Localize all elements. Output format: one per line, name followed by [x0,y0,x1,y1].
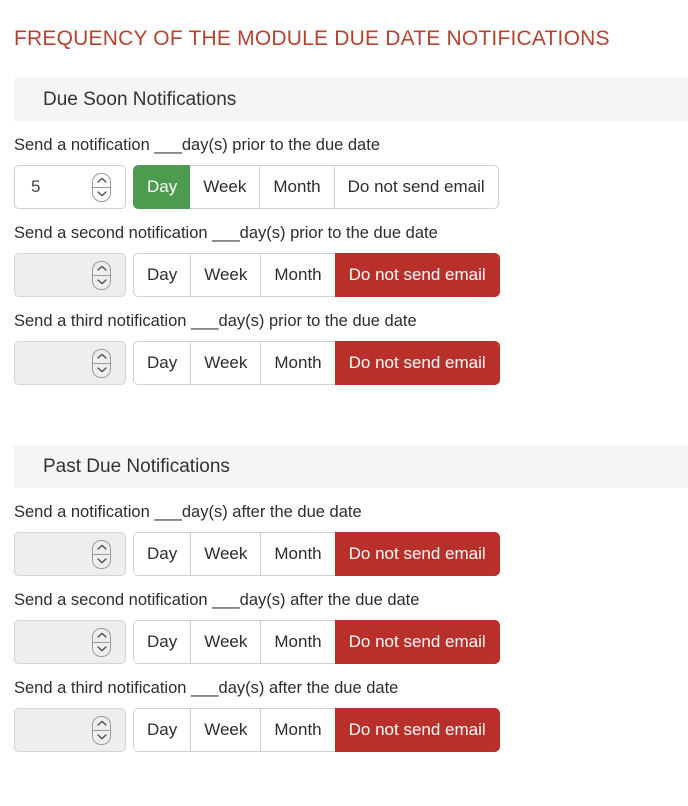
interval-option-do-not-send-email[interactable]: Do not send email [335,253,500,297]
stepper-buttons[interactable] [92,716,111,745]
notification-interval-button-group: DayWeekMonthDo not send email [133,341,500,385]
notification-row: Send a third notification ___day(s) afte… [14,664,688,752]
chevron-down-icon[interactable] [93,188,110,201]
chevron-up-icon[interactable] [93,629,110,643]
interval-option-day[interactable]: Day [133,620,190,664]
quantity-stepper[interactable] [14,532,126,576]
stepper-buttons[interactable] [92,261,111,290]
interval-option-day[interactable]: Day [133,341,190,385]
interval-option-day[interactable]: Day [133,532,190,576]
stepper-buttons[interactable] [92,628,111,657]
stepper-buttons[interactable] [92,540,111,569]
section-due-soon: Due Soon Notifications Send a notificatio… [0,78,688,385]
interval-option-month[interactable]: Month [260,620,334,664]
interval-option-day[interactable]: Day [133,253,190,297]
quantity-stepper[interactable]: 5 [14,165,126,209]
notification-row-controls: DayWeekMonthDo not send email [14,341,688,385]
interval-option-month[interactable]: Month [260,253,334,297]
chevron-up-icon[interactable] [93,174,110,188]
section-header-label: Past Due Notifications [14,456,230,478]
section-header-label: Due Soon Notifications [14,89,236,111]
notification-row: Send a notification ___day(s) after the … [14,488,688,576]
interval-option-month[interactable]: Month [260,341,334,385]
notification-row: Send a second notification ___day(s) pri… [14,209,688,297]
chevron-up-icon[interactable] [93,541,110,555]
notification-row-label: Send a second notification ___day(s) aft… [14,590,688,610]
chevron-down-icon[interactable] [93,643,110,656]
chevron-down-icon[interactable] [93,555,110,568]
notification-row-label: Send a notification ___day(s) after the … [14,502,688,522]
chevron-down-icon[interactable] [93,731,110,744]
section-header-past-due: Past Due Notifications [14,445,688,488]
quantity-stepper[interactable] [14,620,126,664]
interval-option-week[interactable]: Week [190,620,260,664]
interval-option-week[interactable]: Week [190,253,260,297]
interval-option-month[interactable]: Month [259,165,333,209]
interval-option-do-not-send-email[interactable]: Do not send email [335,341,500,385]
notification-settings-page: FREQUENCY OF THE MODULE DUE DATE NOTIFIC… [0,0,688,806]
interval-option-do-not-send-email[interactable]: Do not send email [334,165,499,209]
stepper-buttons[interactable] [92,173,111,202]
quantity-stepper[interactable] [14,708,126,752]
notification-interval-button-group: DayWeekMonthDo not send email [133,532,500,576]
interval-option-week[interactable]: Week [190,708,260,752]
chevron-up-icon[interactable] [93,717,110,731]
notification-row-controls: DayWeekMonthDo not send email [14,532,688,576]
notification-row-label: Send a second notification ___day(s) pri… [14,223,688,243]
section-header-due-soon: Due Soon Notifications [14,78,688,121]
interval-option-do-not-send-email[interactable]: Do not send email [335,532,500,576]
interval-option-day[interactable]: Day [133,165,190,209]
interval-option-week[interactable]: Week [190,165,259,209]
interval-option-month[interactable]: Month [260,532,334,576]
notification-row-controls: DayWeekMonthDo not send email [14,620,688,664]
chevron-down-icon[interactable] [93,276,110,289]
notification-row-label: Send a third notification ___day(s) afte… [14,678,688,698]
quantity-input[interactable]: 5 [15,177,92,197]
notification-row-label: Send a third notification ___day(s) prio… [14,311,688,331]
quantity-stepper[interactable] [14,253,126,297]
chevron-up-icon[interactable] [93,262,110,276]
chevron-down-icon[interactable] [93,364,110,377]
notification-row: Send a notification ___day(s) prior to t… [14,121,688,209]
interval-option-do-not-send-email[interactable]: Do not send email [335,708,500,752]
interval-option-day[interactable]: Day [133,708,190,752]
notification-row: Send a second notification ___day(s) aft… [14,576,688,664]
notification-row-controls: DayWeekMonthDo not send email [14,253,688,297]
notification-row-controls: 5 DayWeekMonthDo not send email [14,165,688,209]
notification-interval-button-group: DayWeekMonthDo not send email [133,620,500,664]
section-past-due: Past Due Notifications Send a notificatio… [0,445,688,752]
notification-interval-button-group: DayWeekMonthDo not send email [133,708,500,752]
interval-option-do-not-send-email[interactable]: Do not send email [335,620,500,664]
stepper-buttons[interactable] [92,349,111,378]
interval-option-month[interactable]: Month [260,708,334,752]
notification-row-controls: DayWeekMonthDo not send email [14,708,688,752]
notification-interval-button-group: DayWeekMonthDo not send email [133,253,500,297]
chevron-up-icon[interactable] [93,350,110,364]
quantity-stepper[interactable] [14,341,126,385]
notification-row: Send a third notification ___day(s) prio… [14,297,688,385]
interval-option-week[interactable]: Week [190,341,260,385]
notification-interval-button-group: DayWeekMonthDo not send email [133,165,499,209]
interval-option-week[interactable]: Week [190,532,260,576]
page-title: FREQUENCY OF THE MODULE DUE DATE NOTIFIC… [14,26,610,52]
notification-row-label: Send a notification ___day(s) prior to t… [14,135,688,155]
